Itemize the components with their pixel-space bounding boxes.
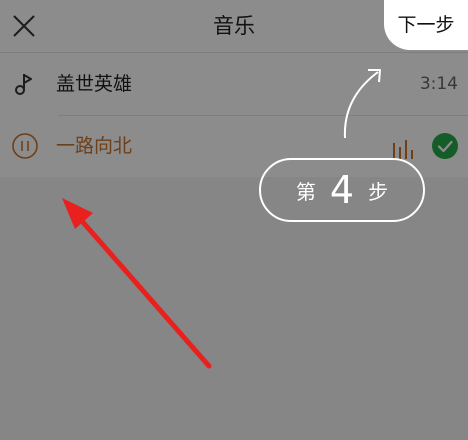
red-arrowhead [62,198,93,229]
step-prefix: 第 [295,180,316,204]
red-pointer-arrow [71,209,212,369]
curved-pointer-arrow [343,71,379,139]
step-badge: 第4步 [259,158,425,222]
step-suffix: 步 [368,180,389,204]
step-number: 4 [329,168,355,212]
